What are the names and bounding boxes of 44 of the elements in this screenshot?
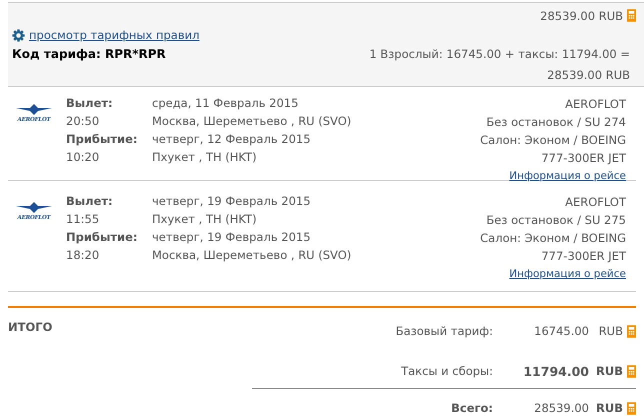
arrival-label: Прибытие: bbox=[66, 131, 138, 147]
currency-text: RUB bbox=[598, 324, 623, 338]
totals-title: ИТОГО bbox=[8, 320, 52, 336]
currency-text: RUB bbox=[595, 364, 623, 378]
departure-label: Вылет: bbox=[66, 95, 114, 111]
departure-label: Вылет: bbox=[66, 193, 114, 209]
calculator-icon bbox=[627, 402, 636, 414]
cabin-info: Салон: Эконом / BOEING 777-300ER JET bbox=[479, 132, 626, 167]
flight-info-link[interactable]: Информация о рейсе bbox=[509, 265, 626, 283]
price-text: 28539.00 RUB bbox=[547, 68, 630, 82]
calculator-icon bbox=[627, 9, 636, 22]
price-text: 28539.00 RUB bbox=[540, 8, 623, 22]
fare-rules-link[interactable]: просмотр тарифных правил bbox=[29, 28, 200, 42]
arrival-time: 10:20 bbox=[66, 149, 100, 165]
flight-number: Без остановок / SU 275 bbox=[486, 212, 626, 229]
arrival-time: 18:20 bbox=[66, 247, 100, 263]
departure-date: четверг, 19 Февраль 2015 bbox=[152, 193, 312, 209]
calculator-icon bbox=[627, 364, 636, 378]
gear-icon bbox=[12, 28, 25, 42]
arrival-place: Москва, Шереметьево , RU (SVO) bbox=[152, 247, 352, 263]
arrival-date: четверг, 19 Февраль 2015 bbox=[152, 229, 312, 245]
departure-date: среда, 11 Февраль 2015 bbox=[152, 95, 300, 111]
total-amount: 16745.00 bbox=[533, 324, 589, 338]
departure-time: 20:50 bbox=[66, 113, 100, 129]
arrival-label: Прибытие: bbox=[66, 229, 138, 245]
departure-place: Пхукет , TH (HKT) bbox=[152, 211, 258, 227]
fare-code: Код тарифа: RPR*RPR bbox=[12, 47, 166, 61]
total-amount: 28539.00 bbox=[533, 401, 589, 415]
total-amount: 11794.00 bbox=[522, 364, 589, 378]
departure-place: Москва, Шереметьево , RU (SVO) bbox=[152, 113, 352, 129]
total-label: Таксы и сборы: bbox=[400, 364, 493, 378]
cabin-info: Салон: Эконом / BOEING 777-300ER JET bbox=[479, 230, 626, 265]
airline-name: AEROFLOT bbox=[565, 96, 626, 113]
flight-info-link[interactable]: Информация о рейсе bbox=[509, 167, 626, 185]
currency-text: RUB bbox=[595, 401, 623, 415]
total-label: Базовый тариф: bbox=[394, 324, 493, 338]
fare-breakdown: 1 Взрослый: 16745.00 + таксы: 11794.00 = bbox=[369, 47, 630, 61]
arrival-place: Пхукет , TH (HKT) bbox=[152, 149, 258, 165]
flight-number: Без остановок / SU 274 bbox=[486, 114, 626, 131]
total-label: Всего: bbox=[450, 401, 493, 415]
arrival-date: четверг, 12 Февраль 2015 bbox=[152, 131, 312, 147]
departure-time: 11:55 bbox=[66, 211, 100, 227]
calculator-icon bbox=[627, 324, 636, 338]
airline-name: AEROFLOT bbox=[565, 194, 626, 211]
